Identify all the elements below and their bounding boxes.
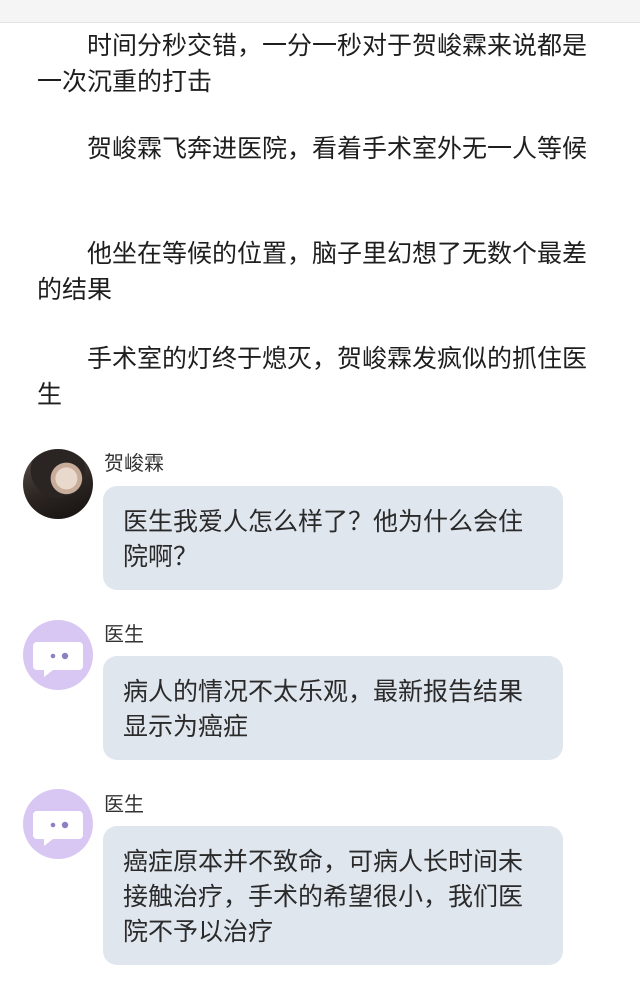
sender-name: 贺峻霖 bbox=[104, 451, 164, 475]
avatar[interactable] bbox=[23, 789, 93, 859]
avatar[interactable] bbox=[23, 620, 93, 690]
message-bubble: 癌症原本并不致命，可病人长时间未接触治疗，手术的希望很小，我们医院不予以治疗 bbox=[103, 826, 563, 965]
chat-bubble-icon bbox=[33, 811, 83, 846]
chat-bubble-icon bbox=[33, 642, 83, 677]
sender-name: 医生 bbox=[104, 622, 144, 646]
narration-paragraph-3: 他坐在等候的位置，脑子里幻想了无数个最差的结果 bbox=[37, 239, 588, 304]
narration-paragraph-2: 贺峻霖飞奔进医院，看着手术室外无一人等候 bbox=[87, 134, 588, 163]
narration-paragraph-1: 时间分秒交错，一分一秒对于贺峻霖来说都是一次沉重的打击 bbox=[37, 31, 588, 96]
message-bubble: 医生我爱人怎么样了？他为什么会住院啊？ bbox=[103, 486, 563, 590]
avatar[interactable] bbox=[23, 449, 93, 519]
narration-paragraph-4: 手术室的灯终于熄灭，贺峻霖发疯似的抓住医生 bbox=[37, 344, 588, 409]
top-bar bbox=[0, 0, 640, 23]
sender-name: 医生 bbox=[104, 792, 144, 816]
message-bubble: 病人的情况不太乐观，最新报告结果显示为癌症 bbox=[103, 656, 563, 760]
